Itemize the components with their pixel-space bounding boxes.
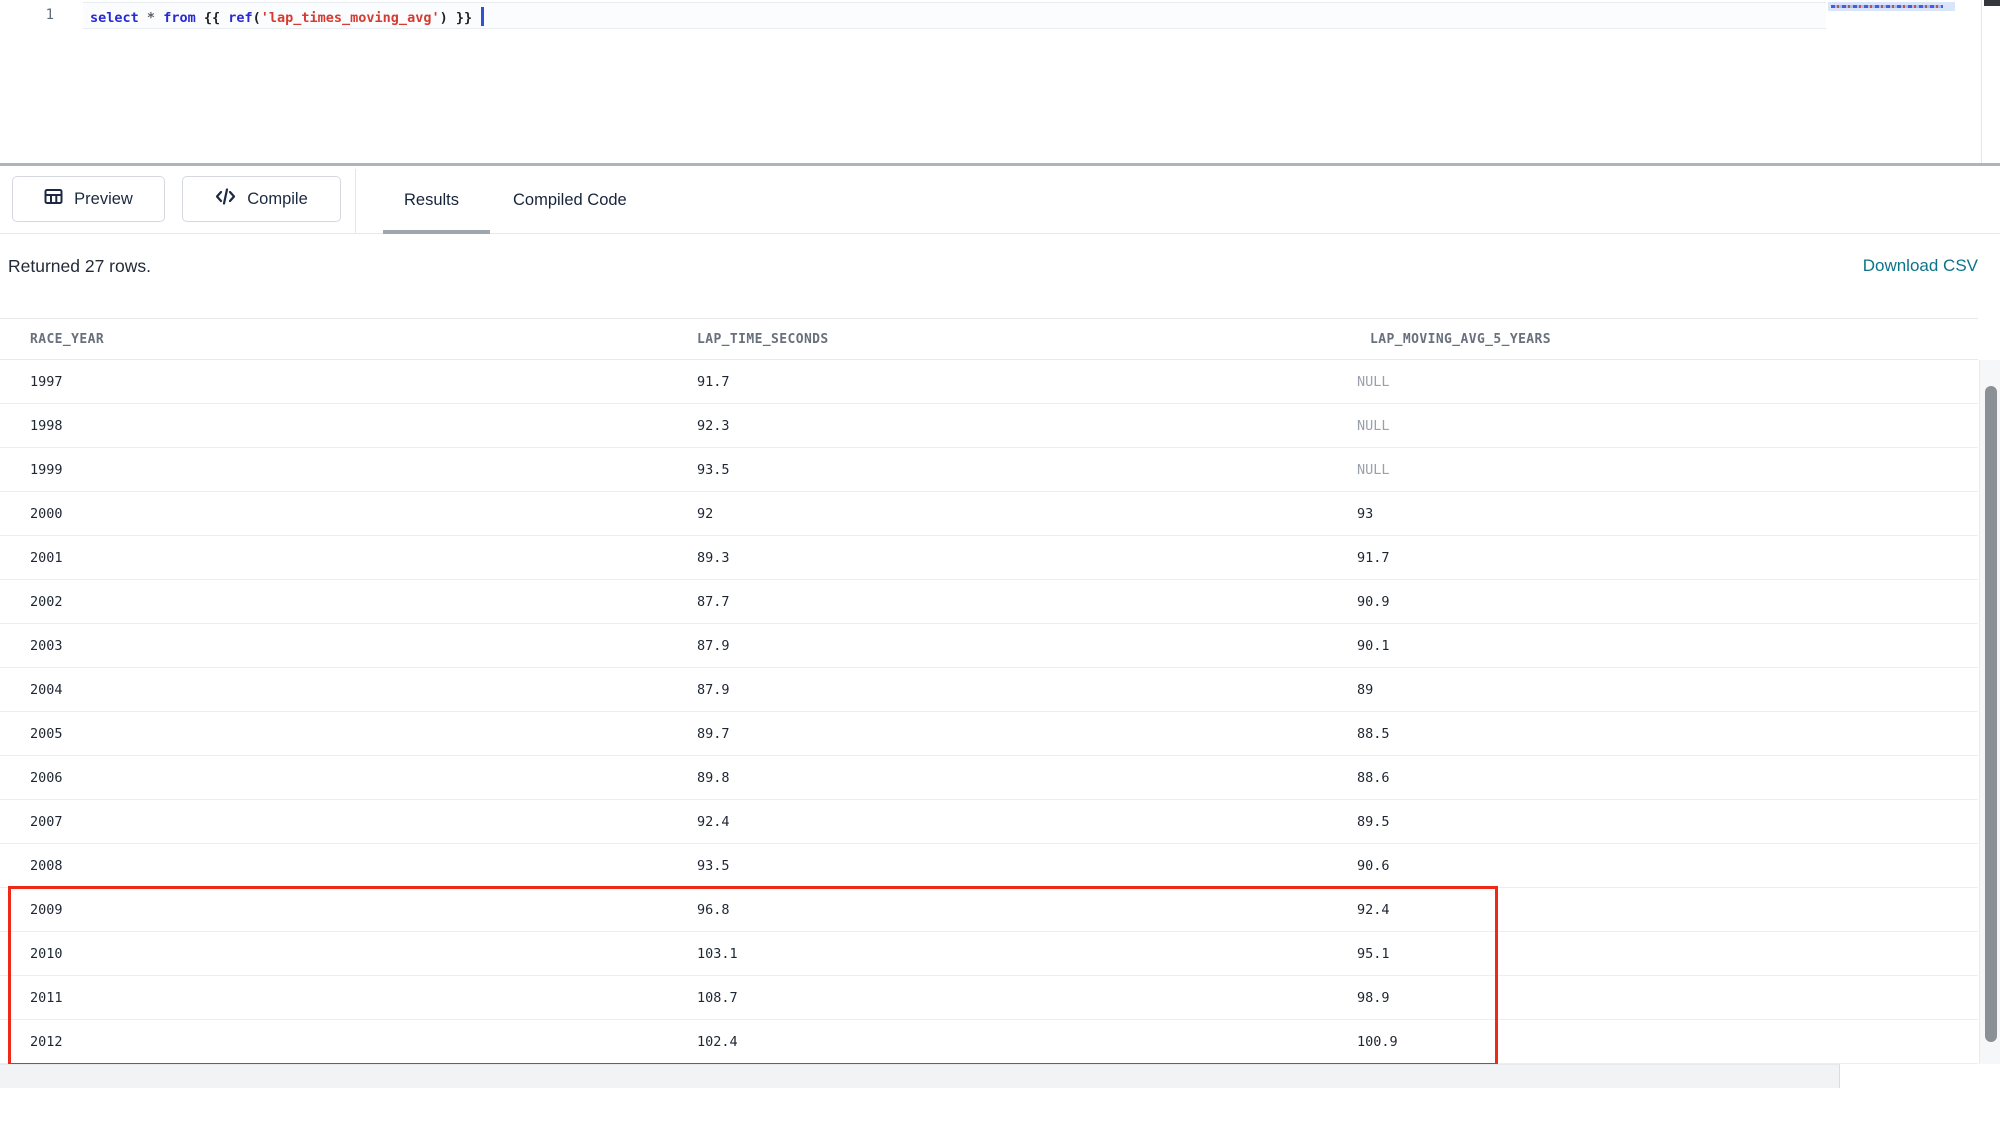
table-cell: 90.6 [1357,858,1978,874]
table-cell: 108.7 [697,990,1357,1006]
table-cell: 2003 [0,638,697,654]
table-cell: 88.6 [1357,770,1978,786]
vertical-scrollbar-track[interactable] [1979,360,2000,1064]
tab-compiled-code[interactable]: Compiled Code [513,166,627,234]
column-header-lap-time-seconds: LAP_TIME_SECONDS [697,332,1357,347]
horizontal-scrollbar-track[interactable] [0,1064,1840,1088]
table-cell: 95.1 [1357,946,1978,962]
code-brackets-icon [215,187,236,211]
table-cell: 87.9 [697,682,1357,698]
table-cell: 87.9 [697,638,1357,654]
table-cell: 89.8 [697,770,1357,786]
table-cell: 2000 [0,506,697,522]
row-count-summary: Returned 27 rows. [8,256,151,277]
code-tokens: select * from {{ ref('lap_times_moving_a… [90,10,480,26]
table-cell: 100.9 [1357,1034,1978,1050]
table-cell: 2006 [0,770,697,786]
compile-button[interactable]: Compile [182,176,341,222]
tab-compiled-code-label: Compiled Code [513,191,627,210]
table-cell: 91.7 [697,374,1357,390]
table-cell: 90.9 [1357,594,1978,610]
table-cell: 2005 [0,726,697,742]
table-cell: 1999 [0,462,697,478]
table-row: 20009293 [0,492,1978,536]
table-cell: 2011 [0,990,697,1006]
sql-editor[interactable]: 1 select * from {{ ref('lap_times_moving… [0,0,2000,163]
editor-right-border [1981,0,1982,163]
table-row: 200893.590.6 [0,844,1978,888]
table-cell: 96.8 [697,902,1357,918]
table-cell: 92.4 [697,814,1357,830]
preview-button[interactable]: Preview [12,176,165,222]
table-row: 200287.790.9 [0,580,1978,624]
table-cell: 92 [697,506,1357,522]
table-cell: 2002 [0,594,697,610]
table-cell: 2009 [0,902,697,918]
table-cell: 93.5 [697,462,1357,478]
table-cell: 87.7 [697,594,1357,610]
table-cell: 92.3 [697,418,1357,434]
text-cursor [481,7,484,26]
table-cell: 93.5 [697,858,1357,874]
table-cell: 2004 [0,682,697,698]
minimap-code-marks [1831,5,1943,8]
table-cell: 98.9 [1357,990,1978,1006]
toolbar-divider [355,169,356,233]
table-row: 200387.990.1 [0,624,1978,668]
table-cell: 2010 [0,946,697,962]
minimap[interactable] [1828,2,1955,11]
status-bar: Ready [0,1088,2000,1124]
vertical-scrollbar-thumb[interactable] [1985,386,1997,1042]
table-cell: 1997 [0,374,697,390]
ide-screen: 1 select * from {{ ref('lap_times_moving… [0,0,2000,1124]
table-row: 200792.489.5 [0,800,1978,844]
results-table-header: RACE_YEAR LAP_TIME_SECONDS LAP_MOVING_AV… [0,318,1978,360]
table-row: 2012102.4100.9 [0,1020,1978,1064]
table-cell: 2001 [0,550,697,566]
table-cell: 91.7 [1357,550,1978,566]
table-row: 199993.5NULL [0,448,1978,492]
table-row: 2011108.798.9 [0,976,1978,1020]
table-row: 200189.391.7 [0,536,1978,580]
table-cell: 92.4 [1357,902,1978,918]
table-row: 2010103.195.1 [0,932,1978,976]
tab-results-label: Results [404,191,459,210]
table-cell: 90.1 [1357,638,1978,654]
table-cell: NULL [1357,374,1978,390]
tab-results[interactable]: Results [404,166,459,234]
table-row: 199791.7NULL [0,360,1978,404]
table-cell: 93 [1357,506,1978,522]
table-grid-icon [44,187,63,211]
table-cell: 102.4 [697,1034,1357,1050]
table-cell: 89.7 [697,726,1357,742]
download-csv-link[interactable]: Download CSV [1863,256,1978,276]
results-table-body: 199791.7NULL199892.3NULL199993.5NULL2000… [0,360,1978,1064]
table-cell: 103.1 [697,946,1357,962]
table-row: 199892.3NULL [0,404,1978,448]
line-number: 1 [28,7,54,23]
column-header-race-year: RACE_YEAR [0,332,697,347]
table-row: 200996.892.4 [0,888,1978,932]
column-header-lap-moving-avg-5-years: LAP_MOVING_AVG_5_YEARS [1357,332,1978,347]
preview-button-label: Preview [74,190,133,209]
table-cell: 89.5 [1357,814,1978,830]
table-cell: 88.5 [1357,726,1978,742]
table-cell: NULL [1357,462,1978,478]
table-row: 200589.788.5 [0,712,1978,756]
table-cell: 2007 [0,814,697,830]
editor-scrollbar-handle[interactable] [1984,0,2000,6]
table-row: 200487.989 [0,668,1978,712]
table-cell: NULL [1357,418,1978,434]
table-cell: 89 [1357,682,1978,698]
table-cell: 2008 [0,858,697,874]
compile-button-label: Compile [247,190,308,209]
table-cell: 2012 [0,1034,697,1050]
table-cell: 1998 [0,418,697,434]
results-panel: Returned 27 rows. Download CSV RACE_YEAR… [0,234,2000,1066]
table-cell: 89.3 [697,550,1357,566]
table-row: 200689.888.6 [0,756,1978,800]
code-line[interactable]: select * from {{ ref('lap_times_moving_a… [90,7,484,27]
toolbar: Preview Compile Results Compiled Code [0,166,2000,234]
